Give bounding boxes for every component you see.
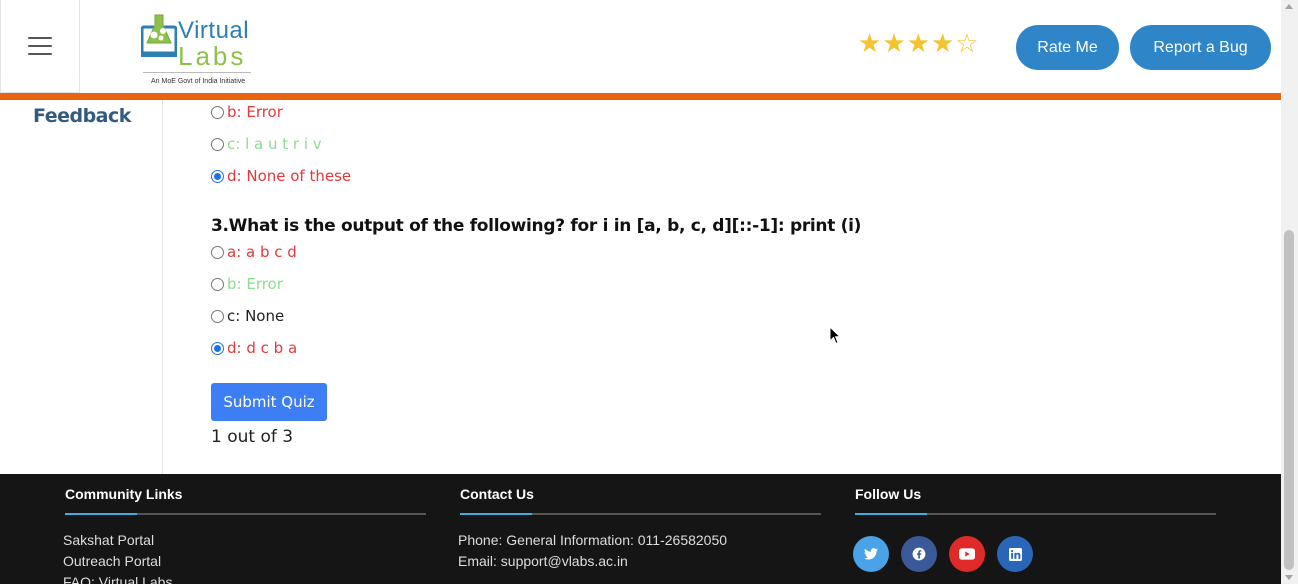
footer-divider	[460, 513, 821, 515]
q3-option-a[interactable]: a: a b c d	[211, 243, 297, 261]
scroll-up-icon[interactable]	[1285, 4, 1293, 9]
sidebar: Feedback	[0, 100, 163, 474]
radio-button-selected[interactable]	[211, 169, 224, 183]
scrollbar-thumb[interactable]	[1284, 230, 1294, 570]
menu-button[interactable]	[0, 0, 80, 93]
q2-option-c[interactable]: c: l a u t r i v	[211, 135, 322, 153]
radio-button[interactable]	[211, 105, 224, 119]
q3-option-b[interactable]: b: Error	[211, 275, 283, 293]
quiz-score: 1 out of 3	[211, 427, 294, 447]
option-label: a: a b c d	[227, 243, 297, 261]
logo-tagline: An MoE Govt of India Initiative	[151, 77, 246, 85]
star-filled-icon[interactable]: ★	[907, 31, 930, 57]
contact-email[interactable]: Email: support@vlabs.ac.in	[458, 551, 727, 572]
footer-follow: Follow Us	[853, 474, 1216, 572]
logo: Virtual Labs An MoE Govt of India Initia…	[111, 5, 251, 89]
facebook-icon[interactable]	[901, 536, 937, 572]
submit-quiz-button[interactable]: Submit Quiz	[211, 383, 327, 421]
q3-option-d[interactable]: d: d c b a	[211, 339, 297, 357]
star-empty-icon[interactable]: ☆	[955, 31, 978, 57]
radio-button-selected[interactable]	[211, 341, 224, 355]
linkedin-icon[interactable]	[997, 536, 1033, 572]
header: Virtual Labs An MoE Govt of India Initia…	[0, 0, 1281, 93]
logo-word-labs: Labs	[178, 40, 247, 71]
rating-stars[interactable]: ★ ★ ★ ★ ☆	[858, 31, 979, 57]
rate-me-button[interactable]: Rate Me	[1016, 25, 1119, 70]
page-scrollbar[interactable]	[1281, 0, 1298, 584]
header-accent-bar	[0, 93, 1281, 100]
report-bug-button[interactable]: Report a Bug	[1130, 25, 1271, 70]
scroll-down-icon[interactable]	[1285, 575, 1293, 580]
q2-option-d[interactable]: d: None of these	[211, 167, 351, 185]
radio-button[interactable]	[211, 245, 224, 259]
radio-button[interactable]	[211, 277, 224, 291]
sidebar-item-feedback[interactable]: Feedback	[33, 105, 131, 127]
contact-phone: Phone: General Information: 011-26582050	[458, 532, 728, 548]
option-label: b: Error	[227, 103, 283, 121]
youtube-icon[interactable]	[949, 536, 985, 572]
star-filled-icon[interactable]: ★	[882, 31, 905, 57]
footer-community-links: Community Links Sakshat Portal Outreach …	[63, 474, 426, 584]
quiz-panel: b: Error c: l a u t r i v d: None of the…	[164, 100, 1281, 474]
option-label: d: None of these	[227, 167, 352, 185]
radio-button[interactable]	[211, 309, 224, 323]
option-label: d: d c b a	[227, 339, 298, 357]
mouse-cursor-icon	[829, 326, 841, 345]
footer-contact: Contact Us Phone: General Information: 0…	[458, 474, 821, 569]
footer-heading: Contact Us	[460, 486, 534, 502]
footer: Community Links Sakshat Portal Outreach …	[0, 474, 1281, 584]
q2-option-b[interactable]: b: Error	[211, 103, 283, 121]
footer-heading: Follow Us	[855, 486, 922, 502]
footer-link-faq[interactable]: FAQ: Virtual Labs	[63, 572, 172, 584]
page: Virtual Labs An MoE Govt of India Initia…	[0, 0, 1298, 584]
star-filled-icon[interactable]: ★	[931, 31, 954, 57]
footer-link-sakshat[interactable]: Sakshat Portal	[63, 530, 172, 551]
option-label: c: None	[227, 307, 285, 325]
logo-divider	[143, 71, 251, 73]
question-3-text: 3.What is the output of the following? f…	[211, 216, 862, 236]
hamburger-icon[interactable]	[28, 37, 52, 55]
star-filled-icon[interactable]: ★	[858, 31, 881, 57]
option-label: c: l a u t r i v	[227, 135, 322, 153]
footer-divider	[855, 513, 1216, 515]
footer-heading: Community Links	[65, 486, 183, 502]
footer-divider	[65, 513, 426, 515]
option-label: b: Error	[227, 275, 283, 293]
logo-link[interactable]: Virtual Labs An MoE Govt of India Initia…	[80, 0, 282, 93]
twitter-icon[interactable]	[853, 536, 889, 572]
q3-option-c[interactable]: c: None	[211, 307, 284, 325]
radio-button[interactable]	[211, 137, 224, 151]
flask-laptop-icon	[141, 14, 177, 57]
footer-link-outreach[interactable]: Outreach Portal	[63, 551, 172, 572]
